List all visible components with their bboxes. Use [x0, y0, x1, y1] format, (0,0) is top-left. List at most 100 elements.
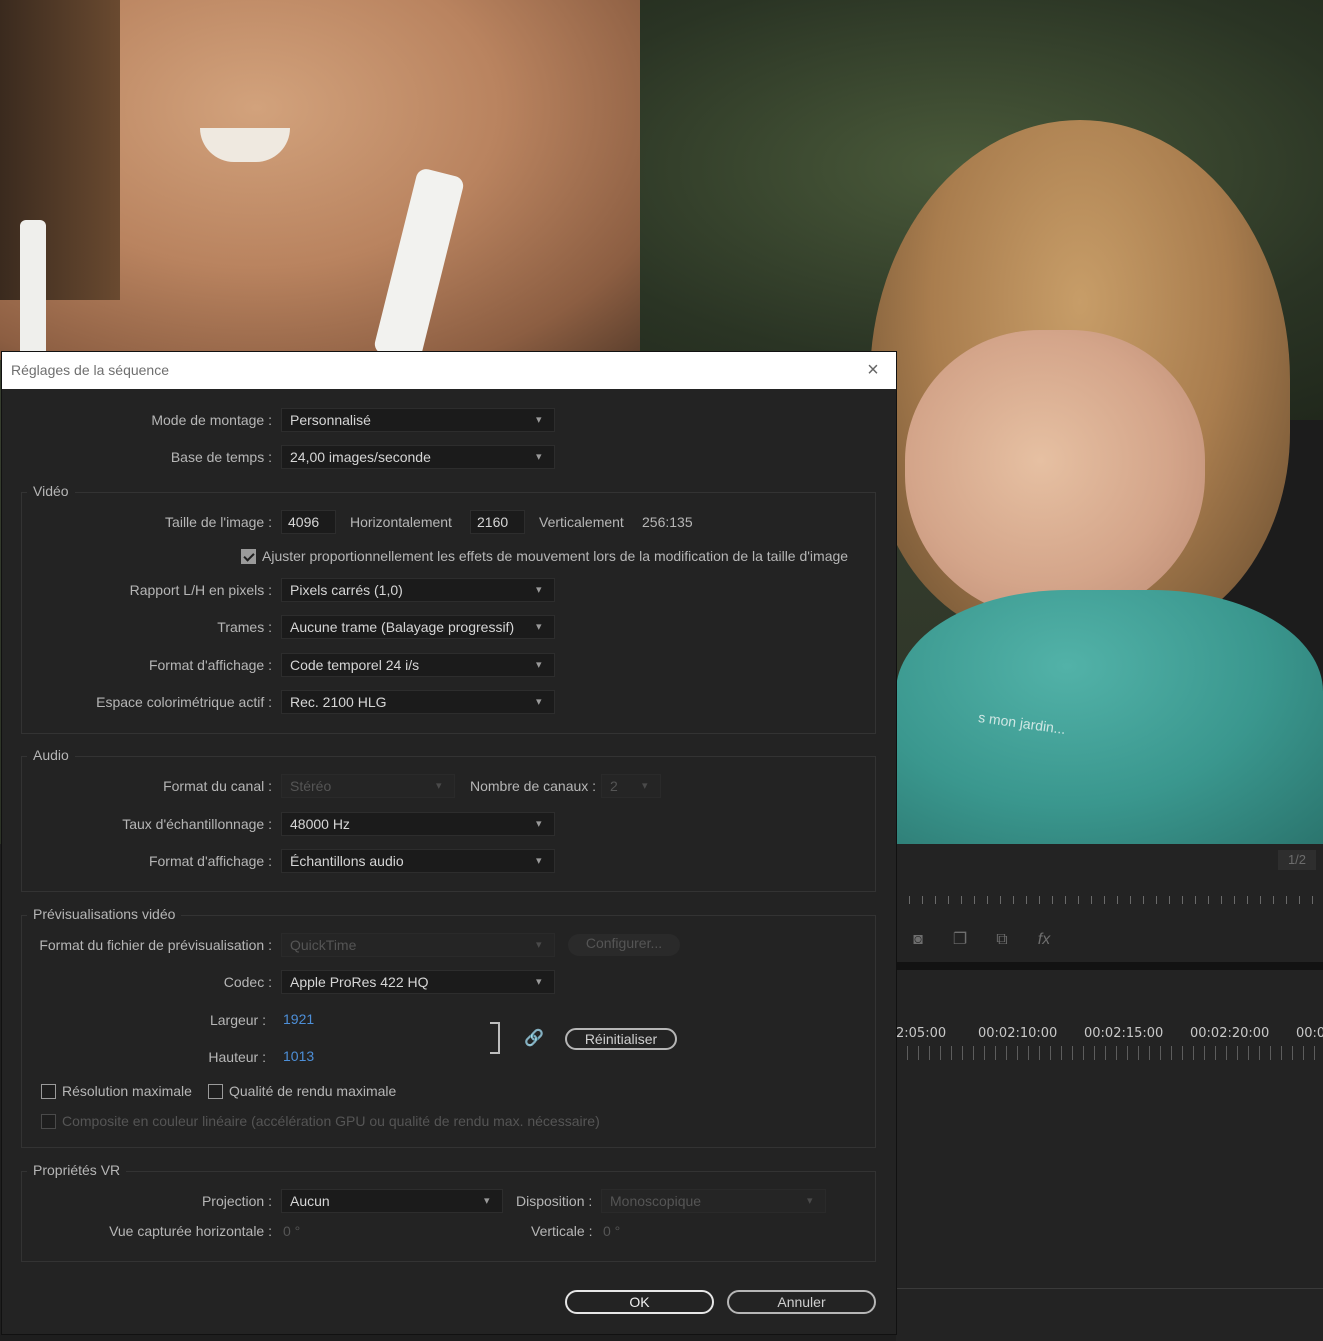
channel-count-label: Nombre de canaux : — [470, 778, 597, 794]
aspect-lock-bracket — [490, 1022, 500, 1054]
sample-rate-select[interactable]: 48000 Hz ▾ — [281, 812, 555, 836]
video-display-format-label: Format d'affichage : — [148, 657, 272, 673]
fields-value: Aucune trame (Balayage progressif) — [290, 619, 515, 635]
timeline-track-divider — [896, 1288, 1323, 1289]
color-space-label: Espace colorimétrique actif : — [96, 694, 272, 710]
max-quality-label[interactable]: Qualité de rendu maximale — [229, 1083, 396, 1099]
chevron-down-icon: ▾ — [536, 939, 542, 951]
video-display-format-value: Code temporel 24 i/s — [290, 657, 420, 673]
preview-width-value[interactable]: 1921 — [283, 1011, 314, 1027]
video-previews-section-title: Prévisualisations vidéo — [27, 906, 182, 922]
top-strap-left — [20, 220, 46, 360]
linear-color-label: Composite en couleur linéaire (accélérat… — [62, 1113, 600, 1129]
scale-motion-checkbox[interactable] — [241, 549, 256, 564]
vr-section-title: Propriétés VR — [27, 1162, 127, 1178]
fx-icon[interactable]: fx — [1034, 930, 1054, 950]
max-resolution-label[interactable]: Résolution maximale — [62, 1083, 192, 1099]
configure-button[interactable]: Configurer... — [568, 934, 680, 956]
projection-value: Aucun — [290, 1193, 330, 1209]
preview-height-value[interactable]: 1013 — [283, 1048, 314, 1064]
chevron-down-icon: ▾ — [536, 976, 542, 988]
pixel-aspect-select[interactable]: Pixels carrés (1,0) ▾ — [281, 578, 555, 602]
ok-button[interactable]: OK — [565, 1290, 714, 1314]
dialog-title: Réglages de la séquence — [11, 362, 170, 378]
sample-rate-value: 48000 Hz — [290, 816, 350, 832]
chevron-down-icon: ▾ — [807, 1195, 813, 1207]
frame-height-input[interactable]: 2160 — [470, 510, 525, 534]
chevron-down-icon: ▾ — [536, 696, 542, 708]
timeline-ruler[interactable] — [896, 1046, 1323, 1060]
horizontal-fov-label: Vue capturée horizontale : — [109, 1223, 272, 1239]
cancel-button[interactable]: Annuler — [727, 1290, 876, 1314]
overwrite-icon[interactable]: ⧉ — [992, 930, 1012, 950]
girl-shirt — [896, 590, 1323, 844]
layout-select[interactable]: Monoscopique ▾ — [601, 1189, 826, 1213]
projection-select[interactable]: Aucun ▾ — [281, 1189, 503, 1213]
fields-label: Trames : — [217, 619, 272, 635]
channel-format-value: Stéréo — [290, 778, 332, 794]
camera-icon[interactable]: ◙ — [908, 930, 928, 950]
chevron-down-icon: ▾ — [484, 1195, 490, 1207]
color-space-select[interactable]: Rec. 2100 HLG ▾ — [281, 690, 555, 714]
codec-value: Apple ProRes 422 HQ — [290, 974, 429, 990]
panel-divider[interactable] — [896, 962, 1323, 970]
reset-button[interactable]: Réinitialiser — [565, 1028, 677, 1050]
preview-file-format-value: QuickTime — [290, 937, 357, 953]
max-resolution-checkbox[interactable] — [41, 1084, 56, 1099]
video-display-format-select[interactable]: Code temporel 24 i/s ▾ — [281, 653, 555, 677]
monitor-ruler[interactable] — [896, 886, 1323, 904]
channel-format-label: Format du canal : — [163, 778, 272, 794]
preview-width-label: Largeur : — [209, 1012, 266, 1028]
channel-count-value: 2 — [610, 778, 618, 794]
page-indicator[interactable]: 1/2 — [1278, 850, 1316, 870]
fields-select[interactable]: Aucune trame (Balayage progressif) ▾ — [281, 615, 555, 639]
pixel-aspect-value: Pixels carrés (1,0) — [290, 582, 403, 598]
close-icon[interactable]: × — [862, 359, 884, 381]
preview-file-format-label: Format du fichier de prévisualisation : — [39, 937, 272, 953]
chevron-down-icon: ▾ — [536, 451, 542, 463]
monitor-icon-row: ◙ ❐ ⧉ fx — [908, 930, 1054, 950]
chevron-down-icon: ▾ — [536, 584, 542, 596]
aspect-ratio-value: 256:135 — [642, 514, 693, 530]
sequence-settings-dialog: Réglages de la séquence × Mode de montag… — [2, 352, 896, 1334]
timecode-label: 2:05:00 — [896, 1026, 947, 1041]
layout-label: Disposition : — [516, 1193, 593, 1209]
vertical-label: Verticalement — [539, 514, 624, 530]
chevron-down-icon: ▾ — [642, 780, 648, 792]
layout-value: Monoscopique — [610, 1193, 702, 1209]
link-icon[interactable]: 🔗 — [524, 1028, 544, 1050]
woman-hair — [0, 0, 120, 300]
channel-count-select[interactable]: 2 ▾ — [601, 774, 661, 798]
preview-height-label: Hauteur : — [208, 1049, 266, 1065]
video-section-title: Vidéo — [27, 483, 75, 499]
insert-icon[interactable]: ❐ — [950, 930, 970, 950]
vr-section — [21, 1171, 876, 1262]
projection-label: Projection : — [201, 1193, 272, 1209]
pixel-aspect-label: Rapport L/H en pixels : — [129, 582, 272, 598]
scale-motion-label[interactable]: Ajuster proportionnellement les effets d… — [262, 548, 848, 564]
timebase-value: 24,00 images/seconde — [290, 449, 431, 465]
horizontal-label: Horizontalement — [350, 514, 452, 530]
timecode-label: 00:02:10:00 — [978, 1026, 1058, 1041]
linear-color-checkbox[interactable] — [41, 1114, 56, 1129]
chevron-down-icon: ▾ — [536, 659, 542, 671]
frame-width-input[interactable]: 4096 — [281, 510, 336, 534]
audio-display-format-label: Format d'affichage : — [148, 853, 272, 869]
timebase-label: Base de temps : — [170, 449, 272, 465]
editing-mode-select[interactable]: Personnalisé ▾ — [281, 408, 555, 432]
channel-format-select[interactable]: Stéréo ▾ — [281, 774, 455, 798]
timebase-select[interactable]: 24,00 images/seconde ▾ — [281, 445, 555, 469]
horizontal-fov-value: 0 ° — [283, 1223, 301, 1239]
editing-mode-value: Personnalisé — [290, 412, 371, 428]
chevron-down-icon: ▾ — [536, 855, 542, 867]
sample-rate-label: Taux d'échantillonnage : — [122, 816, 272, 832]
girl-face — [905, 330, 1205, 620]
dialog-titlebar[interactable]: Réglages de la séquence × — [2, 352, 896, 389]
timecode-label: 00:02:20:00 — [1190, 1026, 1270, 1041]
audio-display-format-select[interactable]: Échantillons audio ▾ — [281, 849, 555, 873]
max-quality-checkbox[interactable] — [208, 1084, 223, 1099]
codec-select[interactable]: Apple ProRes 422 HQ ▾ — [281, 970, 555, 994]
preview-file-format-select[interactable]: QuickTime ▾ — [281, 933, 555, 957]
codec-label: Codec : — [223, 974, 272, 990]
timecode-label: 00:02:15:00 — [1084, 1026, 1164, 1041]
